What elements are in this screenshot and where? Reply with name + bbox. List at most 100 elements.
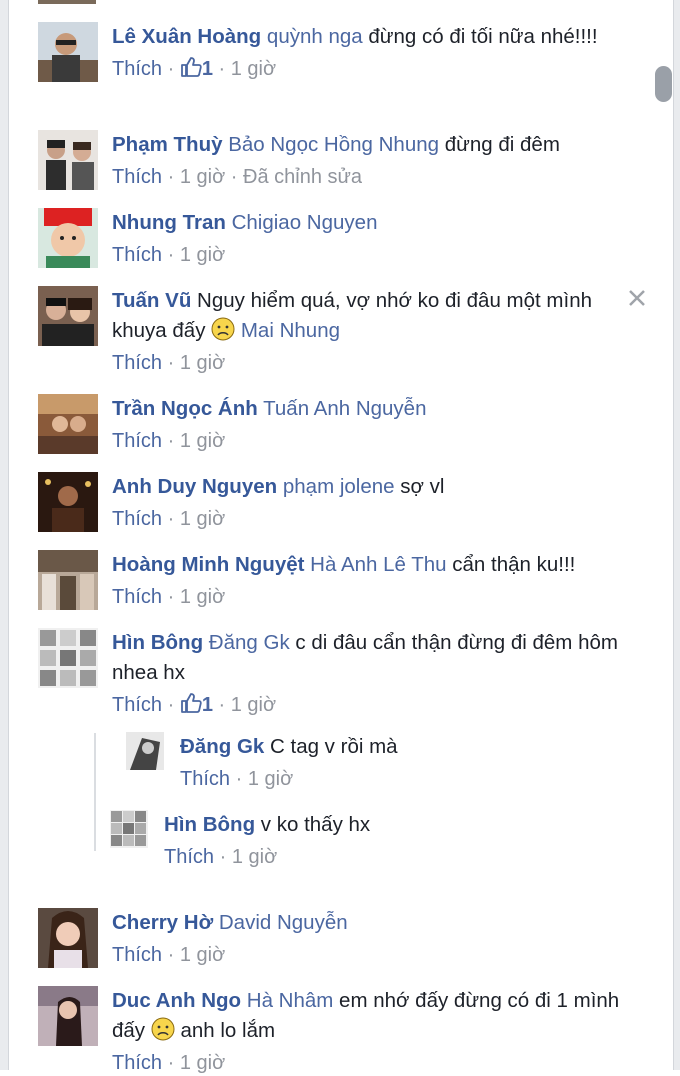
like-button[interactable]: Thích [112,58,162,80]
like-button[interactable]: Thích [112,944,162,966]
separator: · [167,586,175,608]
avatar[interactable] [110,810,148,848]
comment-text-after: anh lo lắm [174,1019,276,1042]
reply-actions: Thích · 1 giờ [180,766,680,792]
like-count-value: 1 [201,694,213,716]
separator: · [219,846,227,868]
separator: · [167,352,175,374]
comment-time[interactable]: 1 giờ [231,694,276,716]
comment-actions: Thích · 1 giờ [112,584,632,610]
like-button[interactable]: Thích [112,352,162,374]
like-button[interactable]: Thích [112,430,162,452]
comment-text: đừng đi đêm [439,133,560,156]
avatar[interactable] [38,550,98,610]
comment-actions: Thích · 1 giờ · Đã chỉnh sửa [112,164,632,190]
comment-author[interactable]: Phạm Thuỳ [112,133,223,156]
reply-actions: Thích · 1 giờ [164,844,680,870]
comment-mention[interactable]: Đăng Gk [209,631,290,654]
like-count-value: 1 [201,58,213,80]
comment-mention[interactable]: Tuấn Anh Nguyễn [263,397,426,420]
avatar[interactable] [38,986,98,1046]
avatar[interactable] [38,394,98,454]
separator: · [235,768,243,790]
reply-time[interactable]: 1 giờ [248,768,293,790]
separator: · [167,694,175,716]
comment-time[interactable]: 1 giờ [180,1052,225,1074]
comment-actions: Thích · 1 giờ [112,1050,632,1076]
avatar[interactable] [38,130,98,190]
comment-mention[interactable]: Hà Anh Lê Thu [310,553,446,576]
comment-author[interactable]: Duc Anh Ngo [112,989,241,1012]
avatar[interactable] [38,22,98,82]
comment-author[interactable]: Lê Xuân Hoàng [112,25,261,48]
separator: · [218,694,226,716]
comment-time[interactable]: 1 giờ [180,944,225,966]
comment-mention[interactable]: quỳnh nga [267,25,363,48]
like-button[interactable]: Thích [112,166,162,188]
like-count[interactable]: 1 [180,693,219,716]
separator: · [167,430,175,452]
thumbs-up-icon [180,57,202,77]
comment-author[interactable]: Tuấn Vũ [112,289,191,312]
like-button[interactable]: Thích [112,694,162,716]
comment-author[interactable]: Cherry Hờ [112,911,213,934]
comment-mention[interactable]: Mai Nhung [241,319,340,342]
comment-mention[interactable]: Chigiao Nguyen [232,211,378,234]
comment-time[interactable]: 1 giờ [180,508,225,530]
sad-face-emoji [211,317,235,341]
right-frame [673,0,680,1070]
comment-author[interactable]: Hoàng Minh Nguyệt [112,553,304,576]
avatar[interactable] [38,208,98,268]
reply-time[interactable]: 1 giờ [232,846,277,868]
avatar[interactable] [38,908,98,968]
avatar[interactable] [38,472,98,532]
separator: · [167,944,175,966]
comment-text: cẩn thận ku!!! [446,553,576,576]
edited-label[interactable]: Đã chỉnh sửa [243,166,362,188]
comment-time[interactable]: 1 giờ [180,244,225,266]
like-button[interactable]: Thích [180,768,230,790]
separator: · [230,166,238,188]
reply-thread-line [94,733,96,851]
like-button[interactable]: Thích [112,586,162,608]
like-button[interactable]: Thích [112,1052,162,1074]
scrollbar-thumb[interactable] [655,66,672,102]
close-icon[interactable] [625,286,649,310]
comment-actions: Thích · 1 giờ [112,942,632,968]
avatar[interactable] [38,286,98,346]
avatar[interactable] [38,628,98,688]
comment-time[interactable]: 1 giờ [180,586,225,608]
comment-actions: Thích · 1 · 1 giờ [112,56,632,82]
sad-face-emoji [151,1017,175,1041]
comment-author[interactable]: Anh Duy Nguyen [112,475,277,498]
like-button[interactable]: Thích [112,244,162,266]
comment-actions: Thích · 1 · 1 giờ [112,692,632,718]
comment-time[interactable]: 1 giờ [180,166,225,188]
comment-actions: Thích · 1 giờ [112,242,632,268]
separator: · [167,58,175,80]
comment-author[interactable]: Hìn Bông [112,631,203,654]
reply-author[interactable]: Đăng Gk [180,735,264,758]
comment-author[interactable]: Trần Ngọc Ánh [112,397,258,420]
comment-mention[interactable]: Bảo Ngọc Hồng Nhung [228,133,439,156]
comment-time[interactable]: 1 giờ [180,352,225,374]
separator: · [218,58,226,80]
separator: · [167,244,175,266]
separator: · [167,166,175,188]
comment-time[interactable]: 1 giờ [231,58,276,80]
comment-author[interactable]: Nhung Tran [112,211,226,234]
like-count[interactable]: 1 [180,57,219,80]
avatar[interactable] [126,732,164,770]
comment-time[interactable]: 1 giờ [180,430,225,452]
comment-mention[interactable]: Hà Nhâm [247,989,334,1012]
thumbs-up-icon [180,693,202,713]
comment-mention[interactable]: David Nguyễn [219,911,348,934]
comment-actions: Thích · 1 giờ [112,350,632,376]
reply-author[interactable]: Hìn Bông [164,813,255,836]
comment-mention[interactable]: phạm jolene [283,475,395,498]
like-button[interactable]: Thích [164,846,214,868]
left-frame [0,0,9,1070]
comment-actions: Thích · 1 giờ [112,428,632,454]
reply-text: v ko thấy hx [255,813,371,836]
like-button[interactable]: Thích [112,508,162,530]
